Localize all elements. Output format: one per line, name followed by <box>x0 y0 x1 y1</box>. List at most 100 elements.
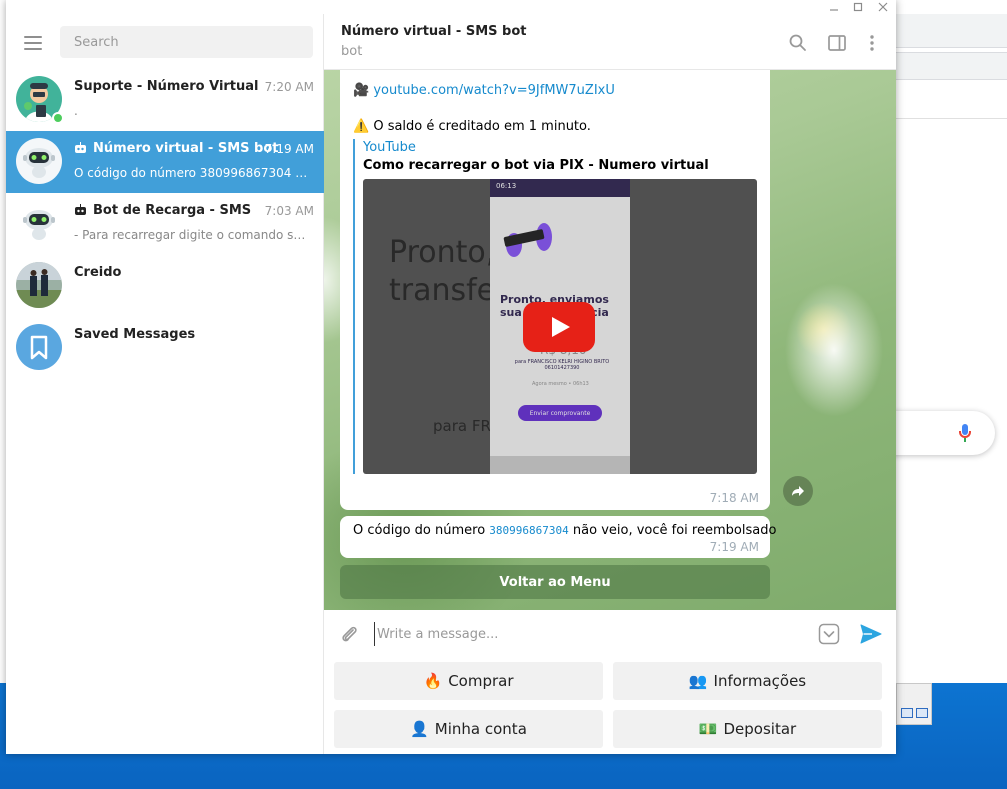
people-icon: 👥 <box>688 672 708 690</box>
title-bar <box>6 0 896 14</box>
more-options-icon[interactable] <box>862 33 882 53</box>
warning-text: O saldo é creditado em 1 minuto. <box>373 119 591 134</box>
chat-time: 7:20 AM <box>264 80 314 94</box>
chat-name-text: Número virtual - SMS bot <box>93 141 279 156</box>
fire-icon: 🔥 <box>423 672 443 690</box>
chat-item-saved-messages[interactable]: Saved Messages <box>6 317 324 379</box>
phone-note: Agora mesmo • 06h13 <box>532 381 589 387</box>
deposit-button[interactable]: 💵 Depositar <box>613 710 882 748</box>
chat-panel: Número virtual - SMS bot bot 🎥 youtube.c… <box>324 14 896 754</box>
phone-number-code[interactable]: 380996867304 <box>489 524 568 537</box>
message-bubble: 🎥 youtube.com/watch?v=9JfMW7uZIxU ⚠️ O s… <box>340 70 770 510</box>
search-input[interactable] <box>60 26 313 58</box>
maximize-button[interactable] <box>847 0 869 14</box>
button-label: Depositar <box>723 720 797 738</box>
bot-keyboard-icon[interactable] <box>818 623 840 645</box>
background-browser-urlbar[interactable] <box>896 52 1007 80</box>
minimize-icon <box>830 9 838 11</box>
bot-reply-keyboard: 🔥 Comprar 👥 Informações 👤 Minha conta 💵 Depo… <box>324 658 896 754</box>
background-explorer-window <box>896 683 932 725</box>
bookmark-icon <box>30 335 48 360</box>
play-icon[interactable] <box>523 302 595 352</box>
message-text-part: O código do número <box>353 523 490 538</box>
message-input[interactable] <box>374 622 804 646</box>
chat-name-text: Bot de Recarga - SMS <box>93 203 252 218</box>
background-browser-tabbar <box>896 14 1007 48</box>
maximize-icon <box>853 2 863 12</box>
chat-name: Bot de Recarga - SMS <box>74 203 251 218</box>
phone-send-receipt-button: Enviar comprovante <box>518 405 602 421</box>
buy-button[interactable]: 🔥 Comprar <box>334 662 603 700</box>
warning-icon: ⚠️ <box>353 119 370 134</box>
details-view-icon[interactable] <box>901 708 913 718</box>
send-icon[interactable] <box>859 622 883 646</box>
message-time: 7:18 AM <box>709 491 759 505</box>
robot-avatar <box>16 138 62 184</box>
chat-sidebar: Suporte - Número Virtual 7:20 AM . <box>6 14 324 754</box>
video-preview[interactable]: Pronto, s sua transfe para FR HIGINO 06:… <box>363 179 757 474</box>
bot-icon <box>74 142 87 153</box>
background-divider <box>896 118 1007 119</box>
phone-nav-bar <box>490 456 630 474</box>
chat-time: 7:03 AM <box>264 204 314 218</box>
message-text-part: não veio, você foi reembolsado <box>568 523 777 538</box>
microphone-icon[interactable] <box>959 424 971 444</box>
link-preview-title[interactable]: Como recarregar o bot via PIX - Numero v… <box>363 158 709 173</box>
online-indicator <box>52 112 64 124</box>
message-bubble: O código do número 380996867304 não veio… <box>340 516 776 558</box>
chat-preview: . <box>74 104 78 118</box>
link-preview-site[interactable]: YouTube <box>363 140 416 155</box>
paperclip-icon[interactable] <box>338 623 360 645</box>
chat-name: Número virtual - SMS bot <box>74 141 279 156</box>
button-label: Minha conta <box>434 720 527 738</box>
robot-avatar <box>16 200 62 246</box>
chat-title[interactable]: Número virtual - SMS bot <box>341 24 527 39</box>
hamburger-menu-icon[interactable] <box>24 36 42 50</box>
chat-item-bot-recarga[interactable]: Bot de Recarga - SMS 7:03 AM - Para reca… <box>6 193 324 255</box>
sidebar-toggle-icon[interactable] <box>827 33 847 53</box>
message-text: O código do número 380996867304 não veio… <box>353 523 776 538</box>
search-icon[interactable] <box>788 33 808 53</box>
money-icon: 💵 <box>698 720 718 738</box>
chat-item-numero-virtual[interactable]: Número virtual - SMS bot 7:19 AM O códig… <box>6 131 324 193</box>
share-arrow-icon <box>792 486 804 496</box>
transfer-illustration <box>503 223 552 257</box>
bookmark-avatar <box>16 324 62 370</box>
chat-status: bot <box>341 44 363 59</box>
minimize-button[interactable] <box>823 0 845 14</box>
phone-recipient: para FRANCISCO KELRI HIGINO BRITO 061014… <box>514 359 610 371</box>
link-preview-accent-bar <box>353 139 355 474</box>
person-icon: 👤 <box>410 720 429 738</box>
chat-item-suporte[interactable]: Suporte - Número Virtual 7:20 AM . <box>6 69 324 131</box>
chat-preview: O código do número 380996867304 não veio… <box>74 166 312 180</box>
phone-status-time: 06:13 <box>496 182 517 190</box>
youtube-link[interactable]: youtube.com/watch?v=9JfMW7uZIxU <box>373 83 615 98</box>
chat-time: 7:19 AM <box>264 142 314 156</box>
forward-button[interactable] <box>783 476 813 506</box>
close-icon <box>878 2 888 12</box>
button-label: Comprar <box>448 672 514 690</box>
chat-name: Creido <box>74 265 122 280</box>
chat-preview: - Para recarregar digite o comando segui… <box>74 228 312 242</box>
chat-name: Saved Messages <box>74 327 196 342</box>
message-warning-line: ⚠️ O saldo é creditado em 1 minuto. <box>353 119 591 134</box>
chat-header: Número virtual - SMS bot bot <box>324 14 896 70</box>
phone-status-bar: 06:13 <box>490 179 630 197</box>
message-link-line: 🎥 youtube.com/watch?v=9JfMW7uZIxU <box>353 83 615 98</box>
close-button[interactable] <box>872 0 894 14</box>
message-history: 🎥 youtube.com/watch?v=9JfMW7uZIxU ⚠️ O s… <box>324 70 896 610</box>
movie-camera-icon: 🎥 <box>353 83 370 98</box>
message-composer <box>324 610 896 658</box>
tiles-view-icon[interactable] <box>916 708 928 718</box>
back-to-menu-button[interactable]: Voltar ao Menu <box>340 565 770 599</box>
telegram-window: Suporte - Número Virtual 7:20 AM . <box>6 0 896 754</box>
button-label: Informações <box>713 672 807 690</box>
my-account-button[interactable]: 👤 Minha conta <box>334 710 603 748</box>
video-bg-text: transfe <box>389 273 496 308</box>
photo-avatar <box>16 262 62 308</box>
bot-icon <box>74 204 87 215</box>
chat-list: Suporte - Número Virtual 7:20 AM . Númer… <box>6 69 324 379</box>
message-time: 7:19 AM <box>709 540 759 554</box>
chat-item-creido[interactable]: Creido <box>6 255 324 317</box>
info-button[interactable]: 👥 Informações <box>613 662 882 700</box>
